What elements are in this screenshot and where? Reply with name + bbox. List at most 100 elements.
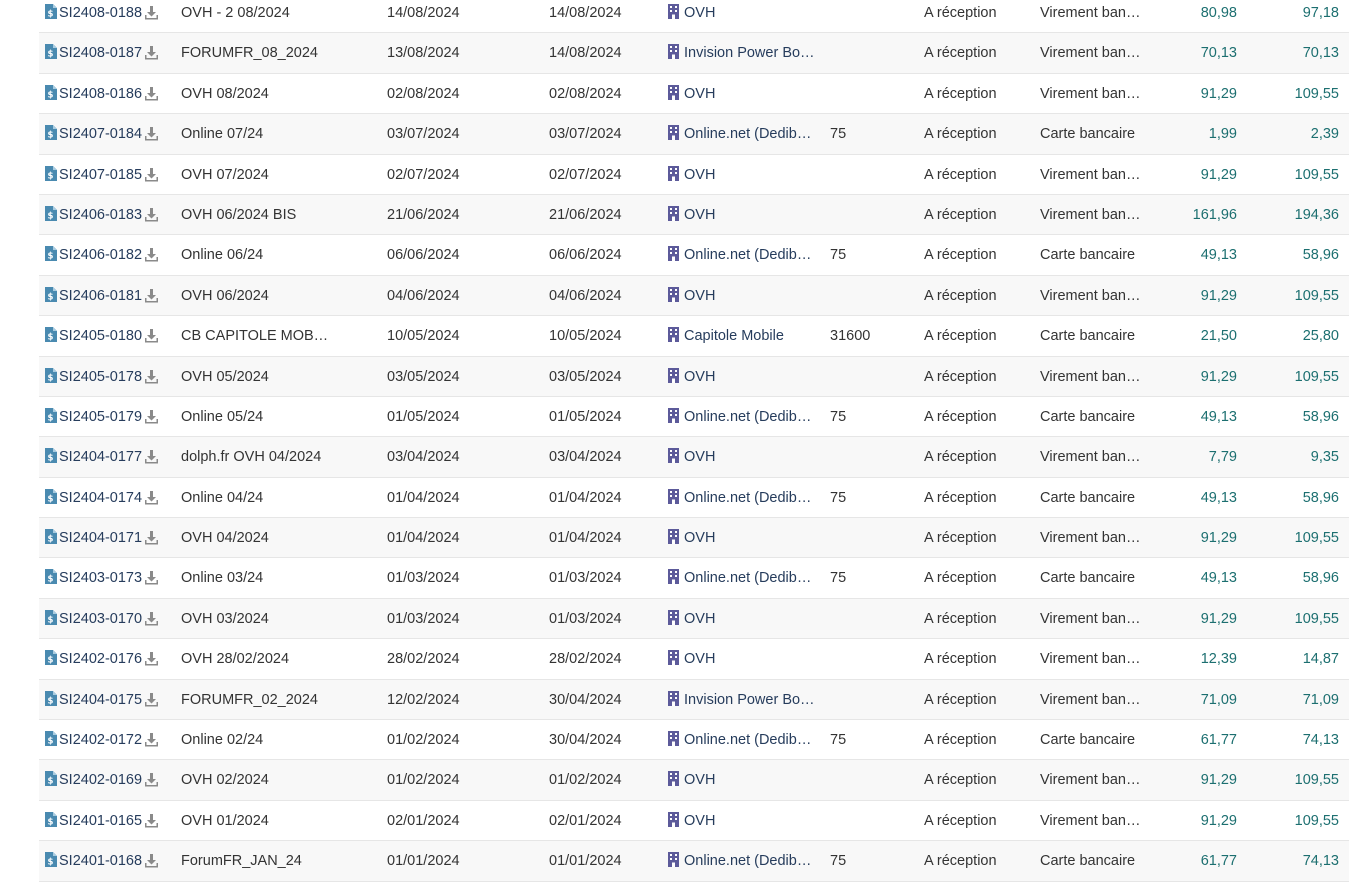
download-icon[interactable] (144, 360, 159, 400)
download-icon[interactable] (144, 319, 159, 359)
invoice-ref-link[interactable]: SI2405-0178 (59, 369, 142, 385)
supplier-cell[interactable]: OVH (668, 760, 818, 800)
download-icon[interactable] (144, 602, 159, 642)
invoice-document-icon[interactable]: $ (44, 116, 57, 156)
invoice-ref-link[interactable]: SI2407-0185 (59, 167, 142, 183)
invoice-document-icon[interactable]: $ (44, 843, 57, 883)
invoice-document-icon[interactable]: $ (44, 601, 57, 641)
invoice-document-icon[interactable]: $ (44, 197, 57, 237)
supplier-cell[interactable]: OVH (668, 357, 818, 397)
invoice-document-icon[interactable]: $ (44, 157, 57, 197)
download-icon[interactable] (144, 77, 159, 117)
invoice-ref-link[interactable]: SI2402-0176 (59, 651, 142, 667)
supplier-link[interactable]: OVH (684, 449, 715, 465)
download-icon[interactable] (144, 642, 159, 682)
supplier-link[interactable]: OVH (684, 611, 715, 627)
supplier-cell[interactable]: Online.net (Dedib… (668, 558, 818, 598)
supplier-link[interactable]: OVH (684, 288, 715, 304)
invoice-document-icon[interactable]: $ (44, 359, 57, 399)
supplier-link[interactable]: Online.net (Dedib… (684, 490, 811, 506)
supplier-cell[interactable]: OVH (668, 437, 818, 477)
supplier-cell[interactable]: OVH (668, 518, 818, 558)
invoice-ref-link[interactable]: SI2404-0175 (59, 692, 142, 708)
invoice-ref-link[interactable]: SI2401-0165 (59, 813, 142, 829)
invoice-document-icon[interactable]: $ (44, 641, 57, 681)
supplier-link[interactable]: Invision Power Bo… (684, 45, 815, 61)
invoice-ref-link[interactable]: SI2404-0174 (59, 490, 142, 506)
invoice-document-icon[interactable]: $ (44, 722, 57, 762)
supplier-link[interactable]: OVH (684, 167, 715, 183)
supplier-link[interactable]: Online.net (Dedib… (684, 732, 811, 748)
invoice-ref-link[interactable]: SI2402-0172 (59, 732, 142, 748)
invoice-ref-link[interactable]: SI2401-0168 (59, 853, 142, 869)
invoice-ref-link[interactable]: SI2407-0184 (59, 126, 142, 142)
invoice-ref-link[interactable]: SI2408-0186 (59, 86, 142, 102)
supplier-link[interactable]: OVH (684, 5, 715, 21)
supplier-link[interactable]: OVH (684, 369, 715, 385)
supplier-link[interactable]: Online.net (Dedib… (684, 409, 811, 425)
supplier-link[interactable]: Online.net (Dedib… (684, 570, 811, 586)
download-icon[interactable] (144, 0, 159, 36)
download-icon[interactable] (144, 198, 159, 238)
supplier-cell[interactable]: Invision Power Bo… (668, 33, 818, 73)
supplier-cell[interactable]: Online.net (Dedib… (668, 235, 818, 275)
download-icon[interactable] (144, 279, 159, 319)
supplier-link[interactable]: Capitole Mobile (684, 328, 784, 344)
download-icon[interactable] (144, 117, 159, 157)
supplier-cell[interactable]: Online.net (Dedib… (668, 478, 818, 518)
download-icon[interactable] (144, 844, 159, 884)
download-icon[interactable] (144, 723, 159, 763)
invoice-document-icon[interactable]: $ (44, 399, 57, 439)
supplier-link[interactable]: OVH (684, 207, 715, 223)
supplier-cell[interactable]: OVH (668, 599, 818, 639)
invoice-document-icon[interactable]: $ (44, 803, 57, 843)
invoice-document-icon[interactable]: $ (44, 318, 57, 358)
download-icon[interactable] (144, 440, 159, 480)
invoice-ref-link[interactable]: SI2403-0170 (59, 611, 142, 627)
download-icon[interactable] (144, 561, 159, 601)
download-icon[interactable] (144, 400, 159, 440)
invoice-ref-link[interactable]: SI2406-0181 (59, 288, 142, 304)
invoice-document-icon[interactable]: $ (44, 76, 57, 116)
download-icon[interactable] (144, 238, 159, 278)
invoice-document-icon[interactable]: $ (44, 480, 57, 520)
supplier-cell[interactable]: Invision Power Bo… (668, 680, 818, 720)
supplier-cell[interactable]: Online.net (Dedib… (668, 397, 818, 437)
supplier-link[interactable]: Invision Power Bo… (684, 692, 815, 708)
download-icon[interactable] (144, 763, 159, 803)
invoice-document-icon[interactable]: $ (44, 237, 57, 277)
supplier-link[interactable]: Online.net (Dedib… (684, 853, 811, 869)
supplier-link[interactable]: OVH (684, 86, 715, 102)
supplier-cell[interactable]: OVH (668, 801, 818, 841)
invoice-ref-link[interactable]: SI2408-0187 (59, 45, 142, 61)
supplier-cell[interactable]: OVH (668, 74, 818, 114)
supplier-cell[interactable]: OVH (668, 155, 818, 195)
invoice-ref-link[interactable]: SI2405-0179 (59, 409, 142, 425)
supplier-cell[interactable]: OVH (668, 276, 818, 316)
invoice-ref-link[interactable]: SI2404-0171 (59, 530, 142, 546)
invoice-document-icon[interactable]: $ (44, 278, 57, 318)
supplier-link[interactable]: OVH (684, 813, 715, 829)
supplier-cell[interactable]: Capitole Mobile (668, 316, 818, 356)
invoice-document-icon[interactable]: $ (44, 682, 57, 722)
download-icon[interactable] (144, 521, 159, 561)
supplier-cell[interactable]: OVH (668, 639, 818, 679)
download-icon[interactable] (144, 804, 159, 844)
download-icon[interactable] (144, 36, 159, 76)
download-icon[interactable] (144, 481, 159, 521)
download-icon[interactable] (144, 683, 159, 723)
supplier-cell[interactable]: OVH (668, 0, 818, 33)
supplier-link[interactable]: Online.net (Dedib… (684, 126, 811, 142)
invoice-document-icon[interactable]: $ (44, 35, 57, 75)
invoice-document-icon[interactable]: $ (44, 0, 57, 35)
supplier-cell[interactable]: Online.net (Dedib… (668, 841, 818, 881)
supplier-cell[interactable]: OVH (668, 195, 818, 235)
supplier-cell[interactable]: Online.net (Dedib… (668, 114, 818, 154)
supplier-link[interactable]: OVH (684, 772, 715, 788)
supplier-link[interactable]: OVH (684, 530, 715, 546)
supplier-cell[interactable]: Online.net (Dedib… (668, 720, 818, 760)
download-icon[interactable] (144, 158, 159, 198)
invoice-ref-link[interactable]: SI2404-0177 (59, 449, 142, 465)
invoice-ref-link[interactable]: SI2405-0180 (59, 328, 142, 344)
supplier-link[interactable]: OVH (684, 651, 715, 667)
